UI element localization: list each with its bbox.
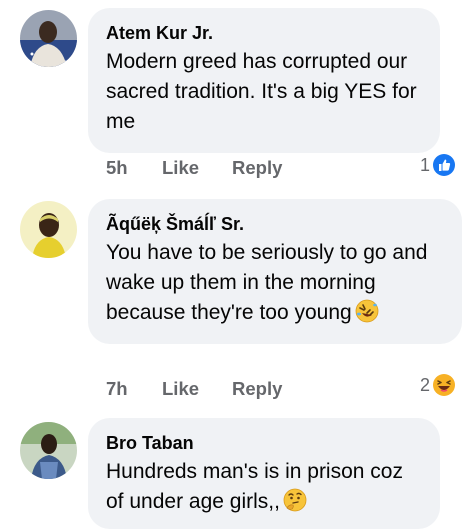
avatar[interactable]: [20, 10, 77, 67]
comment-author[interactable]: Ãqűëķ Šmáĺľ Sr.: [106, 213, 444, 235]
avatar-image: [20, 201, 77, 258]
comment-text: You have to be seriously to go and wake …: [106, 241, 428, 324]
comment-time[interactable]: 7h: [106, 378, 162, 400]
comment-actions: 7h Like Reply: [106, 378, 282, 400]
avatar-image: [20, 10, 77, 67]
comment-author[interactable]: Bro Taban: [106, 432, 422, 454]
avatar[interactable]: [20, 422, 77, 479]
like-icon: [433, 154, 456, 176]
comment-actions: 5h Like Reply: [106, 157, 282, 179]
comment-bubble: Atem Kur Jr. Modern greed has corrupted …: [88, 8, 440, 153]
comment-text: Modern greed has corrupted our sacred tr…: [106, 50, 417, 133]
reaction-summary[interactable]: 2: [420, 373, 456, 397]
avatar-image: [20, 422, 77, 479]
reply-link[interactable]: Reply: [232, 378, 282, 400]
reaction-summary[interactable]: 1: [420, 153, 456, 177]
comment-author[interactable]: Atem Kur Jr.: [106, 22, 422, 44]
comment-bubble: Ãqűëķ Šmáĺľ Sr. You have to be seriously…: [88, 199, 462, 344]
reaction-count: 1: [420, 154, 431, 175]
comment-bubble: Bro Taban Hundreds man's is in prison co…: [88, 418, 440, 529]
comment-time[interactable]: 5h: [106, 157, 162, 179]
comment-text: Hundreds man's is in prison coz of under…: [106, 460, 403, 513]
reaction-count: 2: [420, 374, 431, 395]
thinking-emoji: [283, 488, 307, 512]
haha-icon: [433, 374, 456, 396]
like-link[interactable]: Like: [162, 378, 232, 400]
reply-link[interactable]: Reply: [232, 157, 282, 179]
like-link[interactable]: Like: [162, 157, 232, 179]
avatar[interactable]: [20, 201, 77, 258]
rolling-laughing-emoji: [355, 299, 379, 323]
